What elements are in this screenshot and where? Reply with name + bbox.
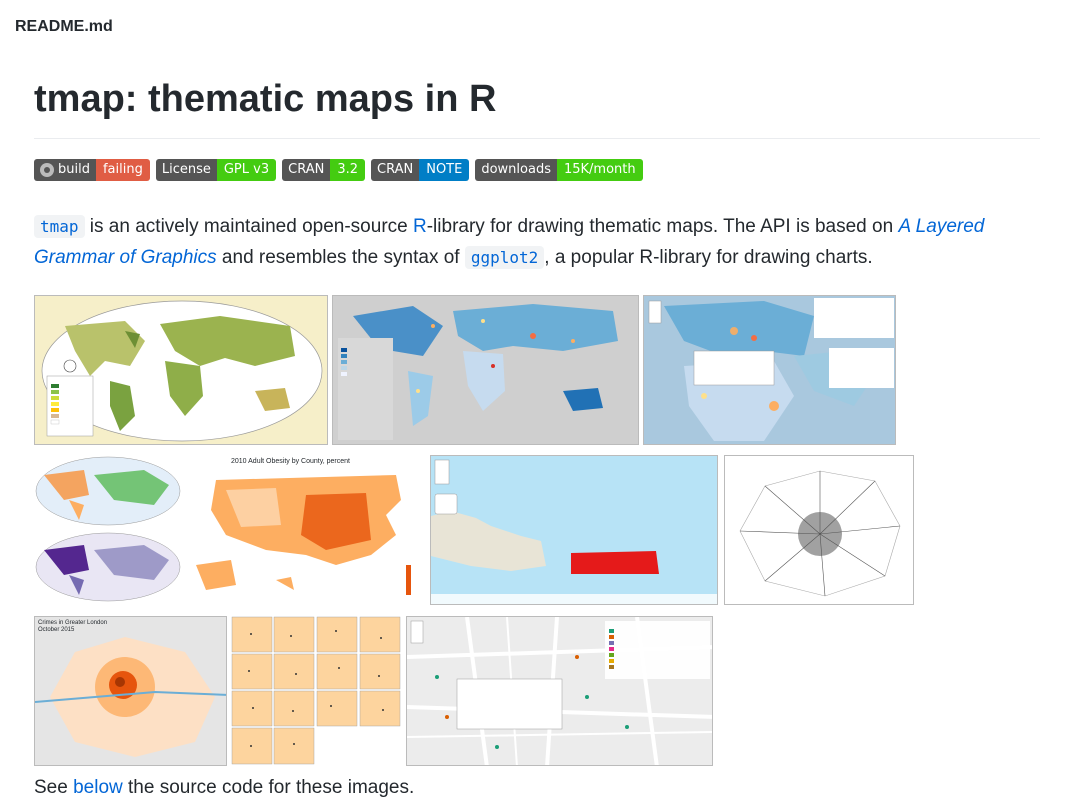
file-name[interactable]: README.md — [15, 18, 113, 36]
intro-text: and resembles the syntax of — [216, 247, 465, 268]
world-income-map — [333, 296, 638, 444]
intro-paragraph: tmap is an actively maintained open-sour… — [34, 211, 1040, 273]
intro-text: , a popular R-library for drawing charts… — [544, 247, 873, 268]
world-income-metro-map-thumbnail[interactable] — [332, 295, 639, 445]
london-crime-map-title: Crimes in Greater London — [38, 620, 108, 626]
source-code-note: See below the source code for these imag… — [34, 774, 414, 802]
interactive-europe-africa-map-thumbnail[interactable] — [643, 295, 896, 445]
r-link[interactable]: R — [413, 216, 427, 237]
page-title: tmap: thematic maps in R — [34, 72, 1040, 139]
london-crime-interactive-map — [407, 617, 712, 765]
caribbean-interactive-map-thumbnail[interactable] — [430, 455, 718, 605]
cran-status-badge[interactable]: CRAN NOTE — [371, 159, 470, 181]
london-crime-interactive-map-thumbnail[interactable] — [406, 616, 713, 766]
build-badge[interactable]: build failing — [34, 159, 150, 181]
badge-label: License — [155, 159, 217, 181]
intro-text: is an actively maintained open-source — [84, 216, 413, 237]
badge-value: failing — [95, 159, 150, 181]
badge-label: CRAN — [371, 159, 420, 181]
world-elevation-map — [35, 296, 327, 444]
downloads-badge[interactable]: downloads 15K/month — [475, 159, 643, 181]
us-obesity-map-thumbnail[interactable]: 2010 Adult Obesity by County, percent — [186, 455, 426, 605]
license-badge[interactable]: License GPL v3 — [155, 159, 277, 181]
world-elevation-map-thumbnail[interactable] — [34, 295, 328, 445]
footer-text: See — [34, 777, 74, 798]
interactive-europe-africa-map — [644, 296, 895, 444]
below-link[interactable]: below — [73, 777, 123, 798]
inline-code-ggplot2: ggplot2 — [464, 246, 545, 269]
badge-value: GPL v3 — [216, 159, 277, 181]
london-roads-map — [739, 470, 901, 597]
badge-value: 15K/month — [556, 159, 643, 181]
happy-planet-gdp-maps — [35, 456, 181, 602]
footer-text: the source code for these images. — [122, 777, 415, 798]
london-crime-density-map — [35, 617, 226, 765]
london-roads-map-thumbnail[interactable] — [724, 455, 914, 605]
github-icon — [40, 163, 54, 177]
readme-content: tmap: thematic maps in R build failing L… — [34, 72, 1040, 273]
badge-value: 3.2 — [330, 159, 366, 181]
london-crime-small-multiples-thumbnail[interactable] — [231, 616, 402, 766]
caribbean-interactive-map — [431, 456, 717, 604]
badge-row: build failing License GPL v3 CRAN 3.2 CR… — [34, 159, 1040, 183]
badge-value: NOTE — [419, 159, 470, 181]
us-obesity-map — [196, 475, 411, 595]
intro-text: -library for drawing thematic maps. The … — [426, 216, 899, 237]
badge-label: downloads — [475, 159, 557, 181]
london-crime-map-subtitle: October 2015 — [38, 627, 75, 633]
inline-code-tmap: tmap — [34, 215, 85, 238]
london-crime-density-map-thumbnail[interactable]: Crimes in Greater London October 2015 — [34, 616, 227, 766]
london-crime-small-multiples — [231, 616, 401, 765]
us-obesity-map-title: 2010 Adult Obesity by County, percent — [231, 458, 350, 465]
cran-version-badge[interactable]: CRAN 3.2 — [282, 159, 366, 181]
badge-label: CRAN — [282, 159, 331, 181]
badge-label: build — [58, 162, 90, 177]
happy-planet-gdp-maps-thumbnail[interactable] — [34, 455, 182, 605]
